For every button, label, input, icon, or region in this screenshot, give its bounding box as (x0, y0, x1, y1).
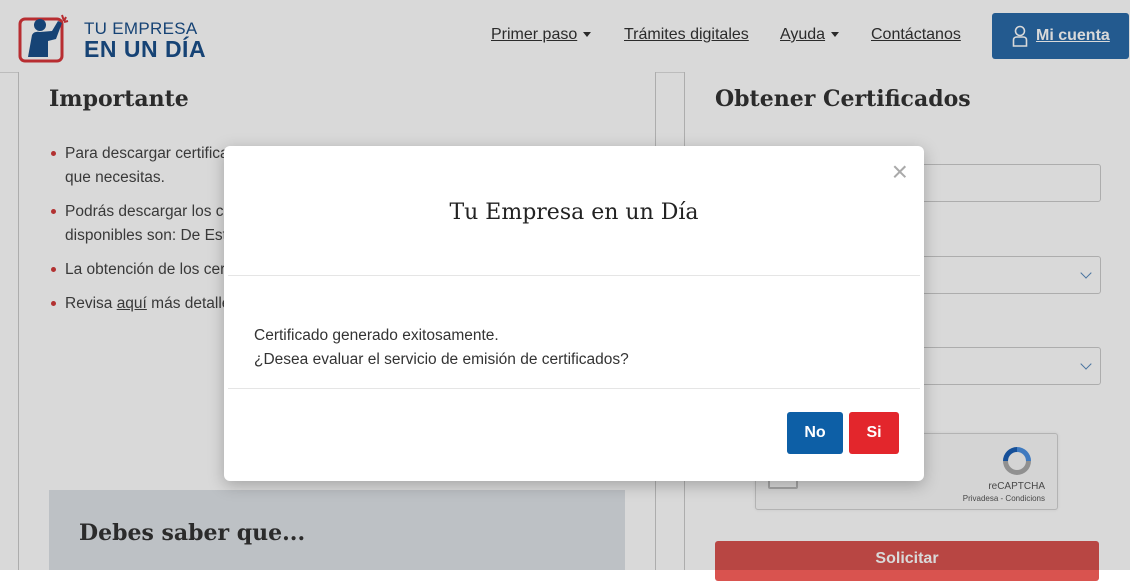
close-icon[interactable]: × (892, 158, 908, 186)
yes-button[interactable]: Si (849, 412, 899, 454)
modal-message-line1: Certificado generado exitosamente. (254, 327, 499, 344)
divider (228, 388, 920, 389)
evaluation-modal: × Tu Empresa en un Día Certificado gener… (224, 146, 924, 481)
modal-title: Tu Empresa en un Día (449, 200, 699, 225)
divider (228, 275, 920, 276)
no-button[interactable]: No (787, 412, 843, 454)
modal-message-line2: ¿Desea evaluar el servicio de emisión de… (254, 351, 629, 368)
modal-message: Certificado generado exitosamente. ¿Dese… (254, 324, 629, 372)
